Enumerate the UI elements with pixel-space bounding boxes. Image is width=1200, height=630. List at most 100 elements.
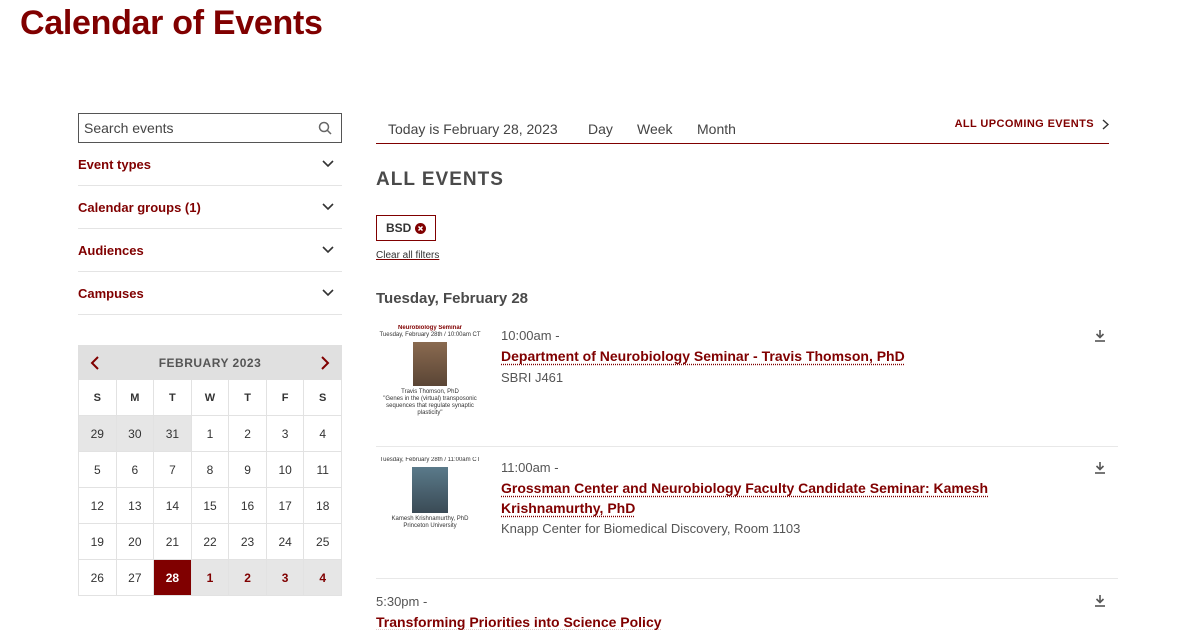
- calendar-grid: S M T W T F S 29 30 31 1 2 3 4 5 6 7 8 9 10 11 12 13 14 15 16 17 18…: [78, 380, 342, 596]
- filter-label: Event types: [78, 157, 151, 172]
- event-location: SBRI J461: [501, 370, 563, 385]
- calendar-day[interactable]: 21: [154, 524, 192, 560]
- remove-icon[interactable]: [415, 223, 426, 234]
- calendar-month: FEBRUARY 2023: [159, 356, 262, 370]
- event-title-link[interactable]: Transforming Priorities into Science Pol…: [376, 612, 662, 630]
- calendar-day[interactable]: 2: [229, 416, 267, 452]
- calendar-day[interactable]: 2: [229, 560, 267, 596]
- calendar-weekday: S: [304, 380, 342, 416]
- calendar-day[interactable]: 16: [229, 488, 267, 524]
- clear-all-filters-link[interactable]: Clear all filters: [376, 250, 439, 261]
- event-title-link[interactable]: Department of Neurobiology Seminar - Tra…: [501, 346, 905, 366]
- chevron-right-icon: [1102, 119, 1109, 130]
- event-item: 5:30pm - Transforming Priorities into Sc…: [376, 579, 1118, 630]
- calendar-day[interactable]: 26: [79, 560, 117, 596]
- event-title-link[interactable]: Grossman Center and Neurobiology Faculty…: [501, 478, 1041, 518]
- mini-calendar: FEBRUARY 2023 S M T W T F S 29 30 31 1 2 3 4 5 6 7 8 9 10 11…: [78, 345, 342, 596]
- event-time: 11:00am -: [501, 460, 559, 475]
- download-icon[interactable]: [1094, 595, 1106, 607]
- thumb-caption: Princeton University: [376, 523, 484, 530]
- calendar-day[interactable]: 4: [304, 416, 342, 452]
- calendar-day[interactable]: 11: [304, 452, 342, 488]
- search-icon[interactable]: [318, 121, 332, 135]
- calendar-day[interactable]: 19: [79, 524, 117, 560]
- all-upcoming-events-link[interactable]: ALL UPCOMING EVENTS: [955, 118, 1109, 130]
- calendar-day[interactable]: 27: [117, 560, 155, 596]
- calendar-day[interactable]: 25: [304, 524, 342, 560]
- thumb-subheading: Tuesday, February 28th / 10:00am CT: [376, 332, 484, 339]
- calendar-day[interactable]: 10: [267, 452, 305, 488]
- chevron-down-icon: [322, 203, 334, 211]
- calendar-day[interactable]: 1: [192, 560, 230, 596]
- calendar-day[interactable]: 17: [267, 488, 305, 524]
- calendar-day[interactable]: 31: [154, 416, 192, 452]
- chevron-down-icon: [322, 246, 334, 254]
- calendar-day[interactable]: 22: [192, 524, 230, 560]
- chevron-left-icon[interactable]: [90, 356, 100, 370]
- thumb-name: Travis Thomson, PhD: [376, 389, 484, 396]
- calendar-day-selected[interactable]: 28: [154, 560, 192, 596]
- calendar-day[interactable]: 23: [229, 524, 267, 560]
- event-thumbnail[interactable]: Neurobiology Seminar Tuesday, February 2…: [376, 325, 484, 437]
- download-icon[interactable]: [1094, 462, 1106, 474]
- calendar-day[interactable]: 6: [117, 452, 155, 488]
- event-location: Knapp Center for Biomedical Discovery, R…: [501, 521, 800, 536]
- calendar-weekday: S: [79, 380, 117, 416]
- speaker-photo: [412, 467, 448, 513]
- thumb-heading: Tuesday, February 28th / 11:00am CT: [376, 457, 484, 464]
- events-heading: ALL EVENTS: [376, 169, 504, 191]
- calendar-day[interactable]: 3: [267, 416, 305, 452]
- search-box: [78, 113, 342, 143]
- view-day[interactable]: Day: [588, 121, 613, 137]
- calendar-day[interactable]: 13: [117, 488, 155, 524]
- calendar-day[interactable]: 1: [192, 416, 230, 452]
- filter-label: Calendar groups (1): [78, 200, 201, 215]
- download-icon[interactable]: [1094, 330, 1106, 342]
- filter-label: Campuses: [78, 286, 144, 301]
- calendar-day[interactable]: 15: [192, 488, 230, 524]
- calendar-weekday: M: [117, 380, 155, 416]
- filter-campuses[interactable]: Campuses: [78, 272, 342, 315]
- calendar-weekday: T: [154, 380, 192, 416]
- calendar-day[interactable]: 12: [79, 488, 117, 524]
- calendar-weekday: W: [192, 380, 230, 416]
- calendar-day[interactable]: 29: [79, 416, 117, 452]
- filter-chip-bsd[interactable]: BSD: [376, 215, 436, 241]
- event-time: 5:30pm -: [376, 594, 427, 609]
- calendar-day[interactable]: 9: [229, 452, 267, 488]
- calendar-day[interactable]: 24: [267, 524, 305, 560]
- calendar-day[interactable]: 18: [304, 488, 342, 524]
- calendar-day[interactable]: 3: [267, 560, 305, 596]
- filter-audiences[interactable]: Audiences: [78, 229, 342, 272]
- chevron-right-icon[interactable]: [320, 356, 330, 370]
- calendar-day[interactable]: 8: [192, 452, 230, 488]
- event-thumbnail[interactable]: Tuesday, February 28th / 11:00am CT Kame…: [376, 457, 484, 569]
- event-time: 10:00am -: [501, 328, 560, 343]
- event-item: Tuesday, February 28th / 11:00am CT Kame…: [376, 447, 1118, 579]
- calendar-day[interactable]: 5: [79, 452, 117, 488]
- chip-label: BSD: [386, 221, 411, 235]
- view-month[interactable]: Month: [697, 121, 736, 137]
- filter-label: Audiences: [78, 243, 144, 258]
- calendar-weekday: F: [267, 380, 305, 416]
- view-toolbar: Today is February 28, 2023 Day Week Mont…: [376, 113, 1109, 144]
- filter-calendar-groups[interactable]: Calendar groups (1): [78, 186, 342, 229]
- today-label: Today is February 28, 2023: [388, 121, 558, 137]
- sidebar: Event types Calendar groups (1) Audience…: [78, 113, 342, 315]
- calendar-day[interactable]: 7: [154, 452, 192, 488]
- filter-event-types[interactable]: Event types: [78, 143, 342, 186]
- calendar-weekday: T: [229, 380, 267, 416]
- speaker-photo: [413, 342, 447, 386]
- thumb-name: Kamesh Krishnamurthy, PhD: [376, 516, 484, 523]
- calendar-day[interactable]: 20: [117, 524, 155, 560]
- calendar-day[interactable]: 4: [304, 560, 342, 596]
- search-input[interactable]: [79, 114, 341, 142]
- calendar-day[interactable]: 30: [117, 416, 155, 452]
- chevron-down-icon: [322, 160, 334, 168]
- chevron-down-icon: [322, 289, 334, 297]
- view-week[interactable]: Week: [637, 121, 673, 137]
- calendar-day[interactable]: 14: [154, 488, 192, 524]
- event-item: Neurobiology Seminar Tuesday, February 2…: [376, 320, 1118, 447]
- thumb-heading: Neurobiology Seminar: [398, 325, 462, 331]
- thumb-caption: "Genes in the (virtual) transposonic seq…: [376, 396, 484, 417]
